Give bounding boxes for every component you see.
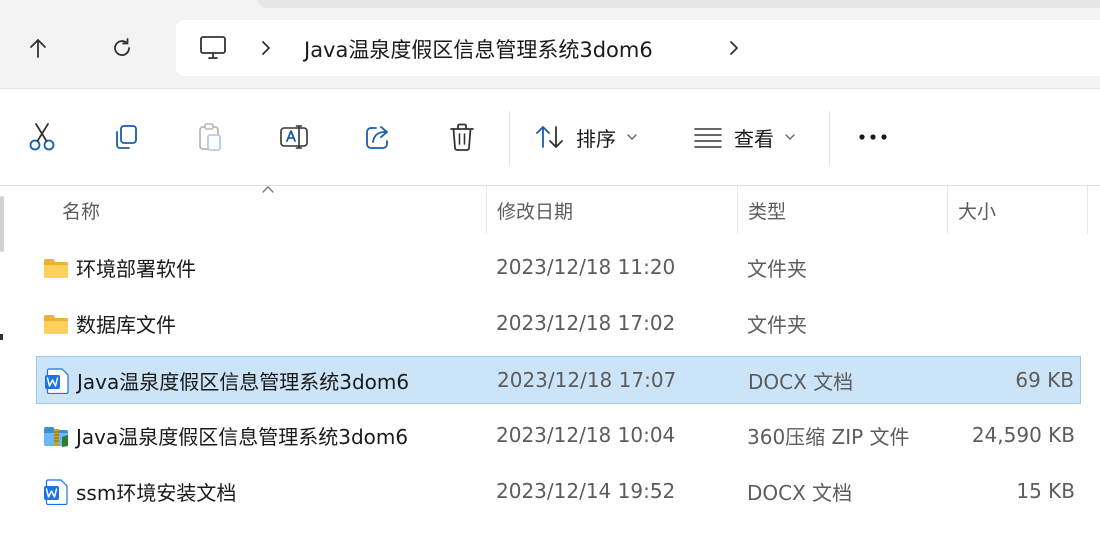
column-header-date[interactable]: 修改日期 (497, 186, 573, 234)
cut-button[interactable] (24, 119, 60, 155)
file-row[interactable]: 环境部署软件 2023/12/18 11:20 文件夹 (36, 244, 1081, 292)
copy-button[interactable] (108, 119, 144, 155)
chevron-down-icon (627, 134, 637, 140)
chevron-down-icon (785, 134, 795, 140)
folder-icon (44, 259, 68, 278)
view-button[interactable]: 查看 (692, 119, 796, 155)
word-doc-icon (45, 368, 69, 394)
command-bar: 排序 查看 (0, 88, 1100, 186)
rename-icon (280, 125, 308, 149)
file-date: 2023/12/18 17:07 (497, 368, 677, 392)
rename-button[interactable] (276, 119, 312, 155)
up-button[interactable] (20, 30, 56, 66)
paste-button (192, 119, 228, 155)
title-strip (258, 0, 1100, 8)
column-divider[interactable] (486, 186, 487, 234)
breadcrumb-chevron-icon[interactable] (724, 36, 744, 60)
view-label: 查看 (734, 126, 774, 151)
more-icon (859, 134, 887, 140)
share-button[interactable] (360, 119, 396, 155)
column-header-name[interactable]: 名称 (62, 186, 100, 234)
file-date: 2023/12/18 17:02 (496, 311, 676, 335)
refresh-button[interactable] (104, 30, 140, 66)
nav-pane-edge (0, 334, 3, 340)
share-icon (366, 126, 388, 149)
file-row[interactable]: ssm环境安装文档 2023/12/14 19:52 DOCX 文档 15 KB (36, 468, 1081, 516)
copy-icon (116, 125, 137, 149)
file-row-selected[interactable]: Java温泉度假区信息管理系统3dom6 2023/12/18 17:07 DO… (36, 356, 1081, 404)
arrow-up-icon (30, 39, 46, 58)
file-date: 2023/12/18 10:04 (496, 423, 676, 447)
file-size: 15 KB (1016, 479, 1075, 503)
file-type: 文件夹 (747, 312, 807, 337)
column-divider[interactable] (1087, 186, 1088, 234)
more-options-button[interactable] (855, 119, 891, 155)
sort-button[interactable]: 排序 (534, 119, 638, 155)
sort-icon (536, 126, 563, 148)
file-date: 2023/12/14 19:52 (496, 479, 676, 503)
address-bar-region: Java温泉度假区信息管理系统3dom6 (0, 0, 1100, 88)
delete-icon (450, 123, 474, 151)
file-name: 环境部署软件 (76, 256, 196, 281)
paste-icon (199, 123, 221, 151)
column-divider[interactable] (737, 186, 738, 234)
file-type: DOCX 文档 (747, 480, 853, 505)
column-header-size[interactable]: 大小 (958, 186, 996, 234)
file-name: ssm环境安装文档 (76, 480, 237, 505)
file-type: DOCX 文档 (748, 369, 854, 394)
breadcrumb-chevron-icon[interactable] (256, 36, 276, 60)
column-header: 名称 修改日期 类型 大小 (0, 186, 1100, 234)
file-type: 文件夹 (747, 256, 807, 281)
file-type: 360压缩 ZIP 文件 (747, 424, 910, 449)
word-doc-icon (44, 479, 68, 505)
file-name: 数据库文件 (76, 312, 176, 337)
address-box[interactable]: Java温泉度假区信息管理系统3dom6 (176, 20, 1100, 76)
column-divider[interactable] (947, 186, 948, 234)
nav-pane-scrollbar[interactable] (0, 196, 4, 252)
file-date: 2023/12/18 11:20 (496, 255, 676, 279)
breadcrumb-folder[interactable]: Java温泉度假区信息管理系统3dom6 (304, 34, 653, 64)
file-row[interactable]: 数据库文件 2023/12/18 17:02 文件夹 (36, 300, 1081, 348)
toolbar-divider (829, 111, 830, 165)
folder-icon (44, 315, 68, 334)
column-header-type[interactable]: 类型 (748, 186, 786, 234)
delete-button[interactable] (444, 119, 480, 155)
list-view-icon (694, 128, 722, 148)
file-row[interactable]: Java温泉度假区信息管理系统3dom6 2023/12/18 10:04 36… (36, 412, 1081, 460)
sort-label: 排序 (576, 126, 616, 151)
file-name: Java温泉度假区信息管理系统3dom6 (76, 424, 409, 449)
file-size: 24,590 KB (971, 423, 1075, 447)
file-name: Java温泉度假区信息管理系统3dom6 (77, 369, 410, 394)
monitor-icon (200, 36, 226, 59)
refresh-icon (114, 38, 130, 56)
toolbar-divider (509, 111, 510, 165)
cut-icon (29, 123, 55, 151)
zip-archive-icon (44, 427, 68, 447)
file-size: 69 KB (1015, 368, 1074, 392)
